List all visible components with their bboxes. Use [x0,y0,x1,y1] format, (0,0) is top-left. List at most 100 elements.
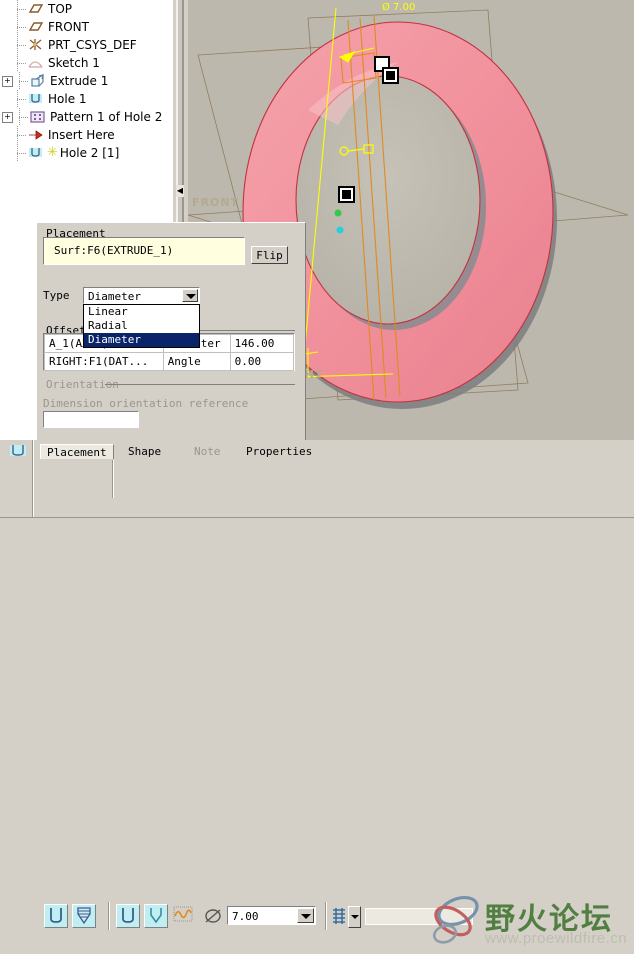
placement-reference-field[interactable]: Surf:F6(EXTRUDE_1) [43,237,245,265]
offsets-cell-value[interactable]: 146.00 [229,334,295,353]
tree-connector [15,108,29,126]
straight-hole-profile-button[interactable] [116,904,140,928]
type-option-radial[interactable]: Radial [84,319,199,333]
offsets-cell-value[interactable]: 0.00 [229,352,295,371]
dimension-hole-diameter[interactable]: Ø 7.00 [382,2,415,13]
tree-connector [15,72,29,90]
chevron-down-icon[interactable] [297,908,314,923]
tab-shape[interactable]: Shape [122,444,167,459]
tree-item-label: Pattern 1 of Hole 2 [50,110,163,124]
straight-hole-icon [50,908,62,923]
tree-item-label: FRONT [48,20,89,34]
tree-item-hole-1[interactable]: Hole 1 [0,90,172,108]
tree-item-label: PRT_CSYS_DEF [48,38,137,52]
simple-hole-button[interactable] [44,904,68,928]
tree-item-icon [27,19,44,35]
offsets-cell-ref[interactable]: RIGHT:F1(DAT... [44,352,164,371]
type-option-linear[interactable]: Linear [84,305,199,319]
conical-profile-icon [150,908,162,924]
orientation-group-rule [105,384,295,385]
depth-dropdown-button[interactable] [348,906,361,928]
chevron-left-icon[interactable]: ◀ [176,185,184,197]
tree-item-icon [27,1,44,17]
standard-hole-icon [77,907,91,925]
tree-connector [13,18,27,36]
tree-item-icon [29,73,46,89]
type-combobox[interactable]: Diameter [83,287,200,304]
active-feature-marker-icon: ✳ [47,145,58,160]
standard-hole-profile-button[interactable] [144,904,168,928]
hole-diameter-combobox[interactable]: 7.00 [227,906,316,925]
sketched-hole-icon [173,906,193,922]
expand-toggle-icon[interactable]: + [2,75,13,87]
flip-button[interactable]: Flip [251,246,288,264]
datum-plane-icon [28,22,44,31]
tab-note[interactable]: Note [188,444,227,459]
tree-item-label: Hole 1 [48,92,87,106]
drag-handle-placement[interactable] [338,186,355,203]
tree-item-top[interactable]: TOP [0,0,172,18]
tree-item-sketch-1[interactable]: Sketch 1 [0,54,172,72]
tree-item-hole-2-1[interactable]: ✳ Hole 2 [1] [0,144,172,162]
watermark-url: www.proewildfire.cn [485,930,628,947]
straight-profile-icon [122,908,134,923]
proe-application-window: TOP FRONT PRT_CSYS_DEF Sketch 1 + Extrude 1 Ho… [0,0,634,947]
tree-item-icon [27,127,44,143]
chevron-down-icon[interactable] [182,289,198,302]
tree-item-label: TOP [48,2,73,16]
depth-thru-all-icon [333,908,345,924]
tree-connector [13,144,27,162]
status-bar [0,517,634,528]
datum-plane-icon [28,4,44,13]
insert-here-icon [29,130,43,140]
tree-item-icon [29,109,46,125]
offsets-cell-kind[interactable]: Angle [162,352,231,371]
tree-item-insert-here[interactable]: Insert Here [0,126,172,144]
pattern-icon [30,111,45,123]
standard-hole-button[interactable] [72,904,96,928]
hole-preview-icon [10,445,26,456]
orientation-reference-input[interactable] [43,411,139,428]
sketched-hole-button[interactable] [172,904,196,928]
drag-handle-depth[interactable] [382,67,399,84]
tab-properties[interactable]: Properties [240,444,318,459]
type-dropdown-list[interactable]: Linear Radial Diameter [83,304,200,348]
tree-item-icon [27,91,44,107]
sketch-icon [28,61,43,68]
tree-connector [13,54,27,72]
offsets-table-row[interactable]: RIGHT:F1(DAT... Angle 0.00 [44,352,295,371]
tree-item-icon [27,37,44,53]
butterfly-logo-icon [432,895,479,944]
hole-icon [29,94,42,103]
tab-placement[interactable]: Placement [40,444,114,459]
type-option-diameter[interactable]: Diameter [84,333,199,347]
dashboard-divider-0 [32,440,34,517]
coordinate-system-icon [29,39,42,50]
orientation-field-label: Dimension orientation reference [43,397,249,410]
tree-item-label: Sketch 1 [48,56,100,70]
tree-connector [13,90,27,108]
tree-item-prt-csys-def[interactable]: PRT_CSYS_DEF [0,36,172,54]
diameter-icon [205,909,221,923]
dashboard-divider-3 [325,902,327,930]
tree-item-extrude-1[interactable]: + Extrude 1 [0,72,172,90]
type-label: Type [43,289,70,302]
dashboard-divider-1 [112,460,114,498]
tree-item-pattern-1-of-hole-2[interactable]: + Pattern 1 of Hole 2 [0,108,172,126]
tree-connector [13,36,27,54]
expand-toggle-icon[interactable]: + [2,111,13,123]
tree-connector [13,126,27,144]
tree-item-front[interactable]: FRONT [0,18,172,36]
tree-item-icon [27,145,44,161]
forum-watermark: 野火论坛 www.proewildfire.cn [425,892,630,954]
tree-item-icon [27,55,44,71]
dashboard-divider-2 [108,902,110,930]
hole-tool-dashboard: Placement Shape Note Properties 7.00 野火论… [0,440,634,947]
tree-item-label: Extrude 1 [50,74,109,88]
